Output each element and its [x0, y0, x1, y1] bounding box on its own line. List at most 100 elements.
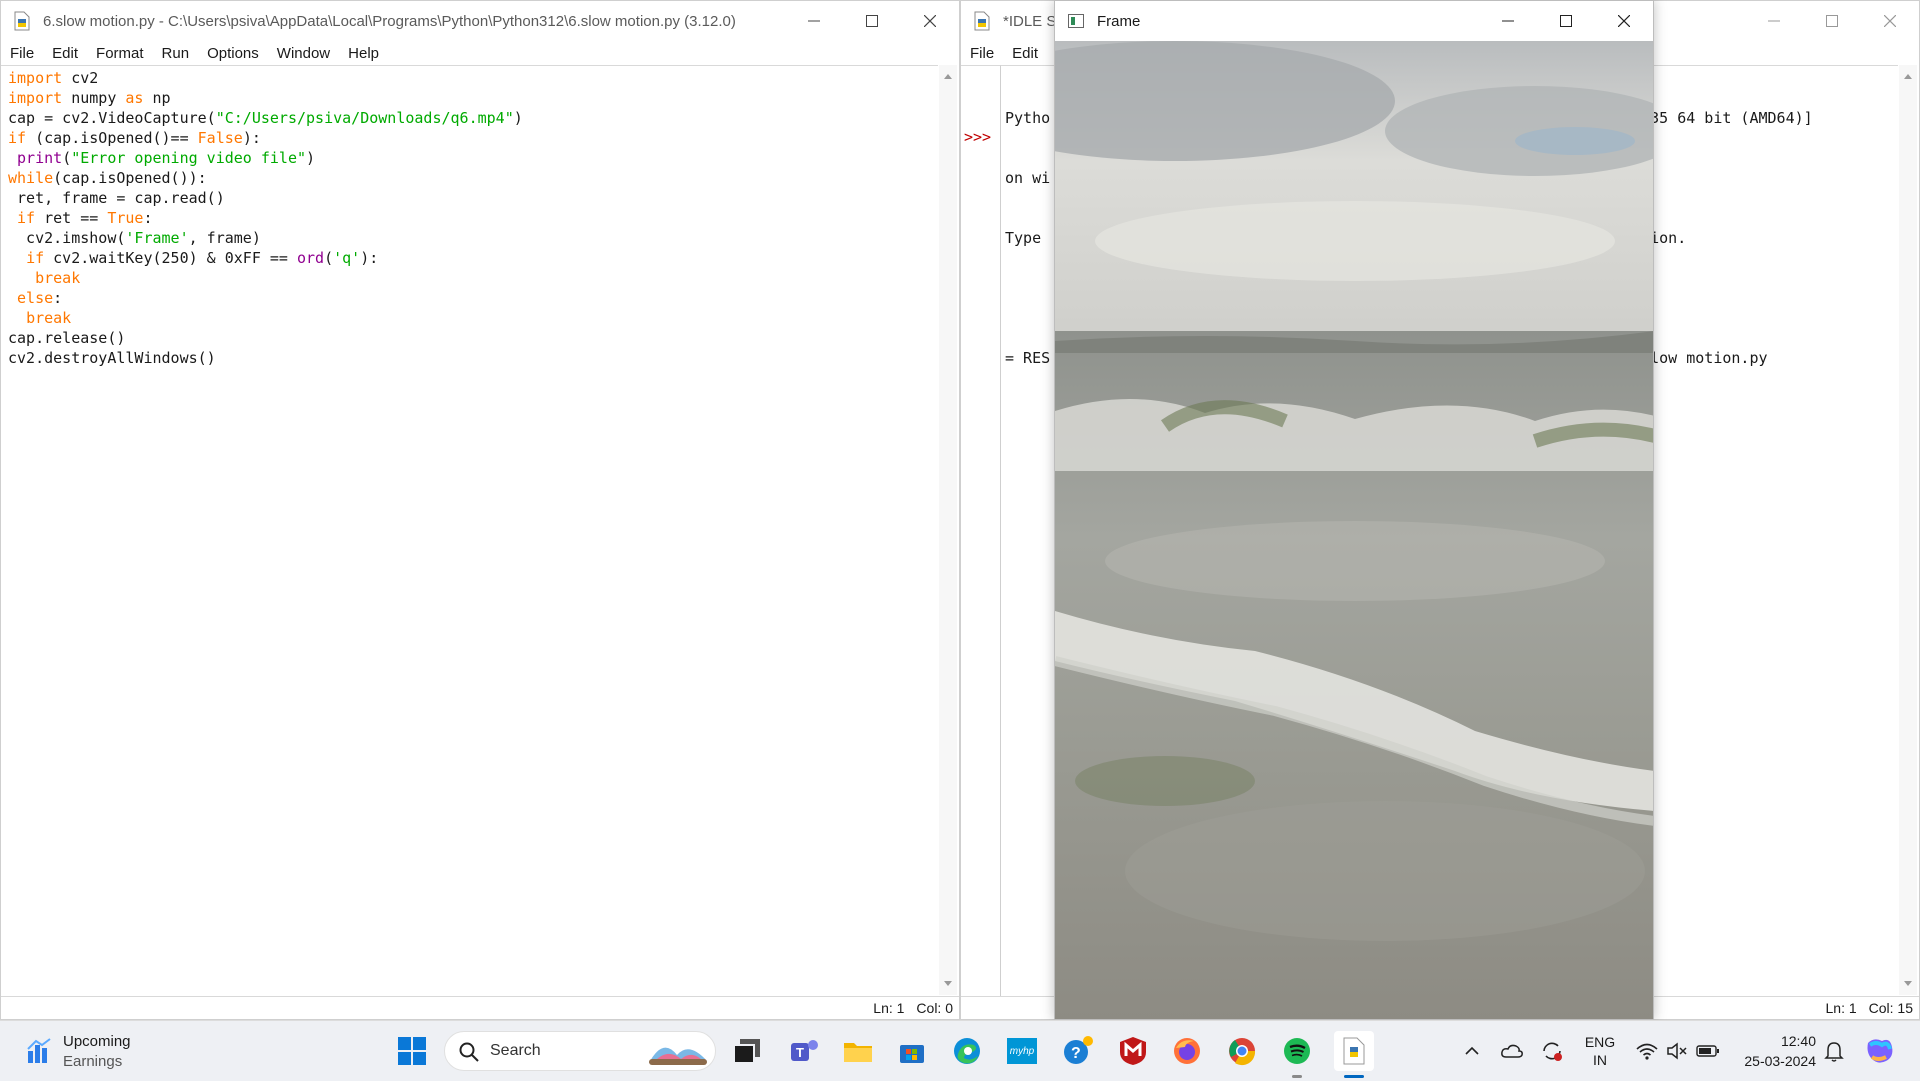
- code-line[interactable]: ret, frame = cap.read(): [8, 188, 938, 208]
- language-indicator[interactable]: ENG IN: [1578, 1033, 1622, 1069]
- minimize-button[interactable]: [1479, 1, 1537, 41]
- close-button[interactable]: [1595, 1, 1653, 41]
- notifications-bell-icon[interactable]: [1816, 1031, 1852, 1071]
- myhp-app-icon[interactable]: myhp: [1002, 1031, 1042, 1071]
- menu-run[interactable]: Run: [153, 45, 199, 62]
- code-line[interactable]: cv2.imshow('Frame', frame): [8, 228, 938, 248]
- code-line[interactable]: cap = cv2.VideoCapture("C:/Users/psiva/D…: [8, 108, 938, 128]
- maximize-button[interactable]: [843, 1, 901, 41]
- code-token: ord: [297, 249, 325, 267]
- scroll-down-icon[interactable]: [939, 977, 957, 991]
- mcafee-icon[interactable]: [1113, 1031, 1153, 1071]
- code-token: cv2.imshow(: [8, 229, 126, 247]
- shell-scrollbar[interactable]: [1899, 65, 1917, 995]
- code-token: print: [17, 149, 63, 167]
- start-button[interactable]: [392, 1031, 432, 1071]
- svg-text:?: ?: [1071, 1045, 1081, 1062]
- status-line: Ln: 1: [1825, 1000, 1857, 1016]
- code-token: , frame): [188, 229, 261, 247]
- code-line[interactable]: cv2.destroyAllWindows(): [8, 348, 938, 368]
- close-button[interactable]: [901, 1, 959, 41]
- code-token: ):: [360, 249, 379, 267]
- maximize-button[interactable]: [1537, 1, 1595, 41]
- menu-file[interactable]: File: [1, 45, 43, 62]
- code-token: True: [107, 209, 144, 227]
- code-token: cap.release(): [8, 329, 126, 347]
- menu-options[interactable]: Options: [198, 45, 268, 62]
- code-token: if: [26, 249, 45, 267]
- scroll-up-icon[interactable]: [1899, 69, 1917, 83]
- quick-settings[interactable]: [1636, 1037, 1720, 1065]
- clock-date: 25-03-2024: [1744, 1053, 1816, 1069]
- running-indicator: [1292, 1075, 1302, 1078]
- menu-edit[interactable]: Edit: [1003, 45, 1047, 62]
- code-text[interactable]: import cv2 import numpy as np cap = cv2.Vi…: [1, 66, 938, 368]
- editor-scrollbar[interactable]: [939, 65, 957, 995]
- teams-icon[interactable]: T: [784, 1031, 824, 1071]
- menu-format[interactable]: Format: [87, 45, 153, 62]
- chrome-icon[interactable]: [1222, 1031, 1262, 1071]
- opencv-window-icon: [1065, 10, 1087, 32]
- code-token: break: [26, 309, 72, 327]
- code-editor-area[interactable]: import cv2 import numpy as np cap = cv2.Vi…: [1, 65, 938, 996]
- code-token: "C:/Users/psiva/Downloads/q6.mp4": [215, 109, 514, 127]
- get-help-icon[interactable]: ?: [1058, 1031, 1098, 1071]
- code-line[interactable]: while(cap.isOpened()):: [8, 168, 938, 188]
- onedrive-cloud-icon[interactable]: [1492, 1031, 1532, 1071]
- code-line[interactable]: break: [8, 268, 938, 288]
- code-token: if: [17, 209, 36, 227]
- code-token: import: [8, 69, 63, 87]
- spotify-icon[interactable]: [1277, 1031, 1317, 1071]
- file-explorer-icon[interactable]: [838, 1031, 878, 1071]
- code-token: cv2.destroyAllWindows(): [8, 349, 216, 367]
- speaker-muted-icon: [1667, 1042, 1687, 1060]
- region-code: IN: [1593, 1052, 1607, 1068]
- microsoft-store-icon[interactable]: [892, 1031, 932, 1071]
- code-line[interactable]: if ret == True:: [8, 208, 938, 228]
- code-token: (: [324, 249, 334, 267]
- menu-help[interactable]: Help: [339, 45, 388, 62]
- menu-file[interactable]: File: [961, 45, 1003, 62]
- copilot-icon[interactable]: [1860, 1031, 1900, 1071]
- code-line[interactable]: import numpy as np: [8, 88, 938, 108]
- scroll-up-icon[interactable]: [939, 69, 957, 83]
- scroll-down-icon[interactable]: [1899, 977, 1917, 991]
- code-line[interactable]: import cv2: [8, 68, 938, 88]
- sync-status-icon[interactable]: [1532, 1031, 1572, 1071]
- search-highlight-icon: [649, 1047, 707, 1065]
- show-hidden-icons-chevron-icon[interactable]: [1452, 1031, 1492, 1071]
- python-idle-icon[interactable]: [1334, 1031, 1374, 1071]
- task-view-icon[interactable]: [727, 1031, 767, 1071]
- editor-titlebar[interactable]: 6.slow motion.py - C:\Users\psiva\AppDat…: [1, 1, 959, 41]
- minimize-button[interactable]: [785, 1, 843, 41]
- widgets-button[interactable]: Upcoming Earnings: [20, 1029, 190, 1073]
- minimize-button[interactable]: [1745, 1, 1803, 41]
- code-line[interactable]: print("Error opening video file"): [8, 148, 938, 168]
- code-token: np: [143, 89, 171, 107]
- code-token: :: [143, 209, 153, 227]
- code-line[interactable]: break: [8, 308, 938, 328]
- code-token: ): [513, 109, 523, 127]
- edge-browser-icon[interactable]: [947, 1031, 987, 1071]
- code-token: 'q': [333, 249, 361, 267]
- clock[interactable]: 12:40 25-03-2024: [1730, 1031, 1816, 1071]
- maximize-button[interactable]: [1803, 1, 1861, 41]
- code-line[interactable]: else:: [8, 288, 938, 308]
- taskbar-search-box[interactable]: Search: [444, 1031, 716, 1071]
- code-token: (cap.isOpened()==: [26, 129, 198, 147]
- code-token: ):: [242, 129, 261, 147]
- code-line[interactable]: cap.release(): [8, 328, 938, 348]
- menu-window[interactable]: Window: [268, 45, 339, 62]
- code-line[interactable]: if cv2.waitKey(250) & 0xFF == ord('q'):: [8, 248, 938, 268]
- firefox-icon[interactable]: [1167, 1031, 1207, 1071]
- editor-window-title: 6.slow motion.py - C:\Users\psiva\AppDat…: [43, 12, 736, 30]
- search-icon: [459, 1042, 479, 1062]
- code-token: break: [35, 269, 81, 287]
- status-column: Col: 15: [1868, 1000, 1913, 1016]
- close-button[interactable]: [1861, 1, 1919, 41]
- code-line[interactable]: if (cap.isOpened()== False):: [8, 128, 938, 148]
- frame-titlebar[interactable]: Frame: [1055, 1, 1653, 41]
- menu-edit[interactable]: Edit: [43, 45, 87, 62]
- code-token: (: [62, 149, 72, 167]
